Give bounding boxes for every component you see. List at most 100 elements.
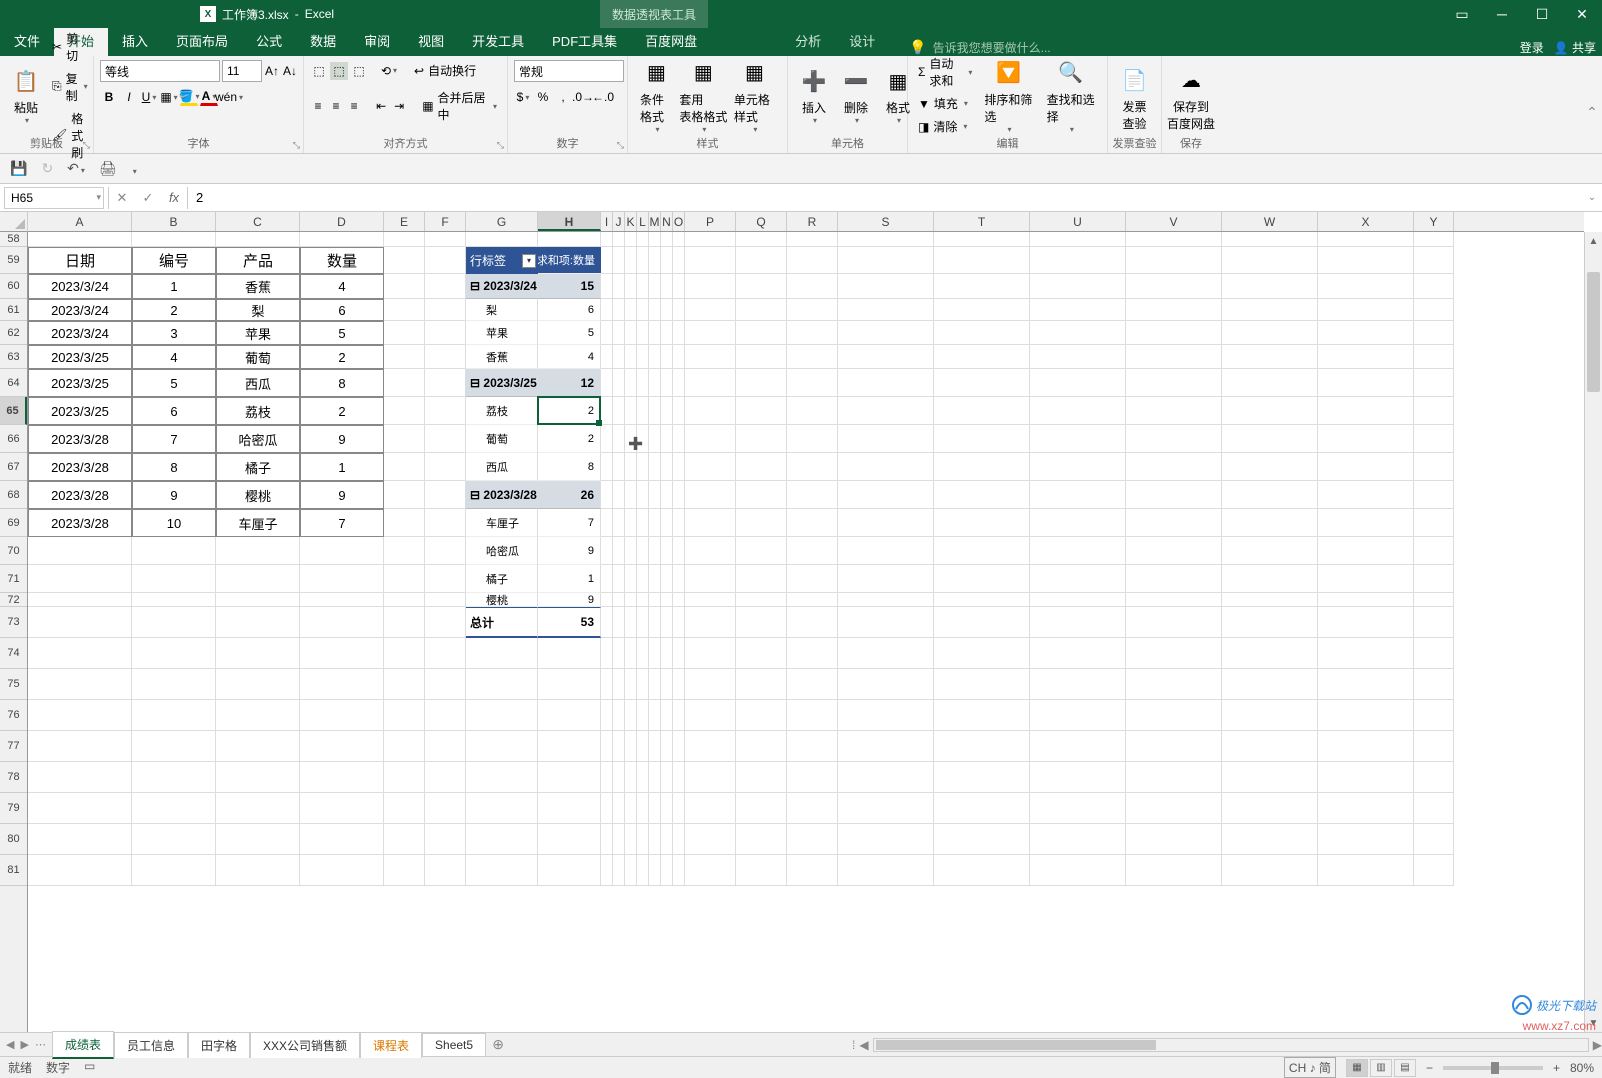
tab-review[interactable]: 审阅	[350, 25, 404, 56]
cell-bg[interactable]	[637, 369, 649, 397]
cell-bg[interactable]	[28, 593, 132, 607]
cell-bg[interactable]	[300, 669, 384, 700]
cell-bg[interactable]	[425, 274, 466, 299]
cell-bg[interactable]	[601, 274, 613, 299]
cell-bg[interactable]	[384, 593, 425, 607]
cell-bg[interactable]	[934, 537, 1030, 565]
cell-bg[interactable]	[1222, 397, 1318, 425]
cell-bg[interactable]	[466, 824, 538, 855]
save-baidu-button[interactable]: ☁保存到 百度网盘	[1168, 60, 1214, 136]
pivot-item-name[interactable]: 哈密瓜	[466, 537, 538, 565]
cell-bg[interactable]	[1126, 731, 1222, 762]
cell-bg[interactable]	[132, 593, 216, 607]
cell-product[interactable]: 香蕉	[216, 274, 300, 299]
cell-bg[interactable]	[601, 607, 613, 638]
sheet-tab-3[interactable]: 田字格	[188, 1032, 250, 1058]
font-size-select[interactable]	[222, 60, 262, 82]
cell-bg[interactable]	[538, 793, 601, 824]
cell-bg[interactable]	[300, 537, 384, 565]
cell-bg[interactable]	[661, 537, 673, 565]
row-header-58[interactable]: 58	[0, 232, 27, 247]
cell-bg[interactable]	[425, 481, 466, 509]
cell-bg[interactable]	[625, 232, 637, 247]
cell-bg[interactable]	[1222, 247, 1318, 274]
col-header-Y[interactable]: Y	[1414, 212, 1454, 231]
cell-bg[interactable]	[216, 638, 300, 669]
delete-cells-button[interactable]: ➖删除▾	[836, 61, 876, 129]
cell-bg[interactable]	[934, 593, 1030, 607]
cell-bg[interactable]	[736, 565, 787, 593]
cell-bg[interactable]	[425, 369, 466, 397]
pivot-group-sum[interactable]: 15	[538, 274, 601, 299]
align-top-icon[interactable]: ⬚	[310, 62, 328, 80]
cell-bg[interactable]	[28, 824, 132, 855]
cell-bg[interactable]	[838, 593, 934, 607]
cell-bg[interactable]	[934, 274, 1030, 299]
cell-bg[interactable]	[838, 425, 934, 453]
cell-bg[interactable]	[1414, 793, 1454, 824]
col-header-N[interactable]: N	[661, 212, 673, 231]
cell-bg[interactable]	[384, 537, 425, 565]
cell-bg[interactable]	[28, 700, 132, 731]
close-button[interactable]: ✕	[1562, 0, 1602, 28]
merge-center-button[interactable]: ▦合并后居中▾	[418, 87, 501, 125]
cell-id[interactable]: 7	[132, 425, 216, 453]
cell-bg[interactable]	[1030, 731, 1126, 762]
cell-bg[interactable]	[934, 638, 1030, 669]
cell-bg[interactable]	[661, 345, 673, 369]
cell-bg[interactable]	[685, 762, 736, 793]
italic-button[interactable]: I	[120, 88, 138, 106]
cell-bg[interactable]	[1318, 274, 1414, 299]
comma-icon[interactable]: ,	[554, 88, 572, 106]
row-header-63[interactable]: 63	[0, 345, 27, 369]
cell-bg[interactable]	[685, 345, 736, 369]
cell-bg[interactable]	[661, 669, 673, 700]
row-header-61[interactable]: 61	[0, 299, 27, 321]
cell-bg[interactable]	[649, 369, 661, 397]
cell-bg[interactable]	[787, 369, 838, 397]
cell-bg[interactable]	[384, 793, 425, 824]
cell-bg[interactable]	[384, 247, 425, 274]
cell-bg[interactable]	[787, 397, 838, 425]
cell-bg[interactable]	[685, 274, 736, 299]
pivot-row-label[interactable]: 行标签▾	[466, 247, 538, 274]
cell-date[interactable]: 2023/3/24	[28, 321, 132, 345]
cell-bg[interactable]	[661, 855, 673, 886]
cell-bg[interactable]	[637, 855, 649, 886]
cell-bg[interactable]	[1414, 593, 1454, 607]
cell-bg[interactable]	[300, 565, 384, 593]
cell-bg[interactable]	[934, 762, 1030, 793]
cell-bg[interactable]	[132, 762, 216, 793]
cell-bg[interactable]	[661, 565, 673, 593]
cell-bg[interactable]	[28, 731, 132, 762]
cell-bg[interactable]	[625, 369, 637, 397]
row-header-60[interactable]: 60	[0, 274, 27, 299]
cell-bg[interactable]	[601, 397, 613, 425]
cell-bg[interactable]	[736, 537, 787, 565]
cell-bg[interactable]	[661, 453, 673, 481]
cell-bg[interactable]	[934, 299, 1030, 321]
cell-bg[interactable]	[838, 793, 934, 824]
cell-bg[interactable]	[1414, 855, 1454, 886]
cell-bg[interactable]	[787, 247, 838, 274]
cell-bg[interactable]	[637, 731, 649, 762]
row-header-74[interactable]: 74	[0, 638, 27, 669]
fill-button[interactable]: ▼填充▾	[914, 93, 976, 114]
cell-bg[interactable]	[685, 481, 736, 509]
cell-bg[interactable]	[425, 321, 466, 345]
col-header-M[interactable]: M	[649, 212, 661, 231]
cell-bg[interactable]	[132, 824, 216, 855]
cell-bg[interactable]	[1222, 855, 1318, 886]
cell-bg[interactable]	[132, 793, 216, 824]
cell-bg[interactable]	[1126, 345, 1222, 369]
cell-bg[interactable]	[625, 453, 637, 481]
decrease-font-icon[interactable]: A↓	[282, 62, 298, 80]
cell-bg[interactable]	[384, 700, 425, 731]
cell-bg[interactable]	[384, 855, 425, 886]
cell-bg[interactable]	[601, 731, 613, 762]
cell-bg[interactable]	[787, 274, 838, 299]
cell-bg[interactable]	[1318, 593, 1414, 607]
row-header-59[interactable]: 59	[0, 247, 27, 274]
cell-bg[interactable]	[736, 638, 787, 669]
col-header-J[interactable]: J	[613, 212, 625, 231]
